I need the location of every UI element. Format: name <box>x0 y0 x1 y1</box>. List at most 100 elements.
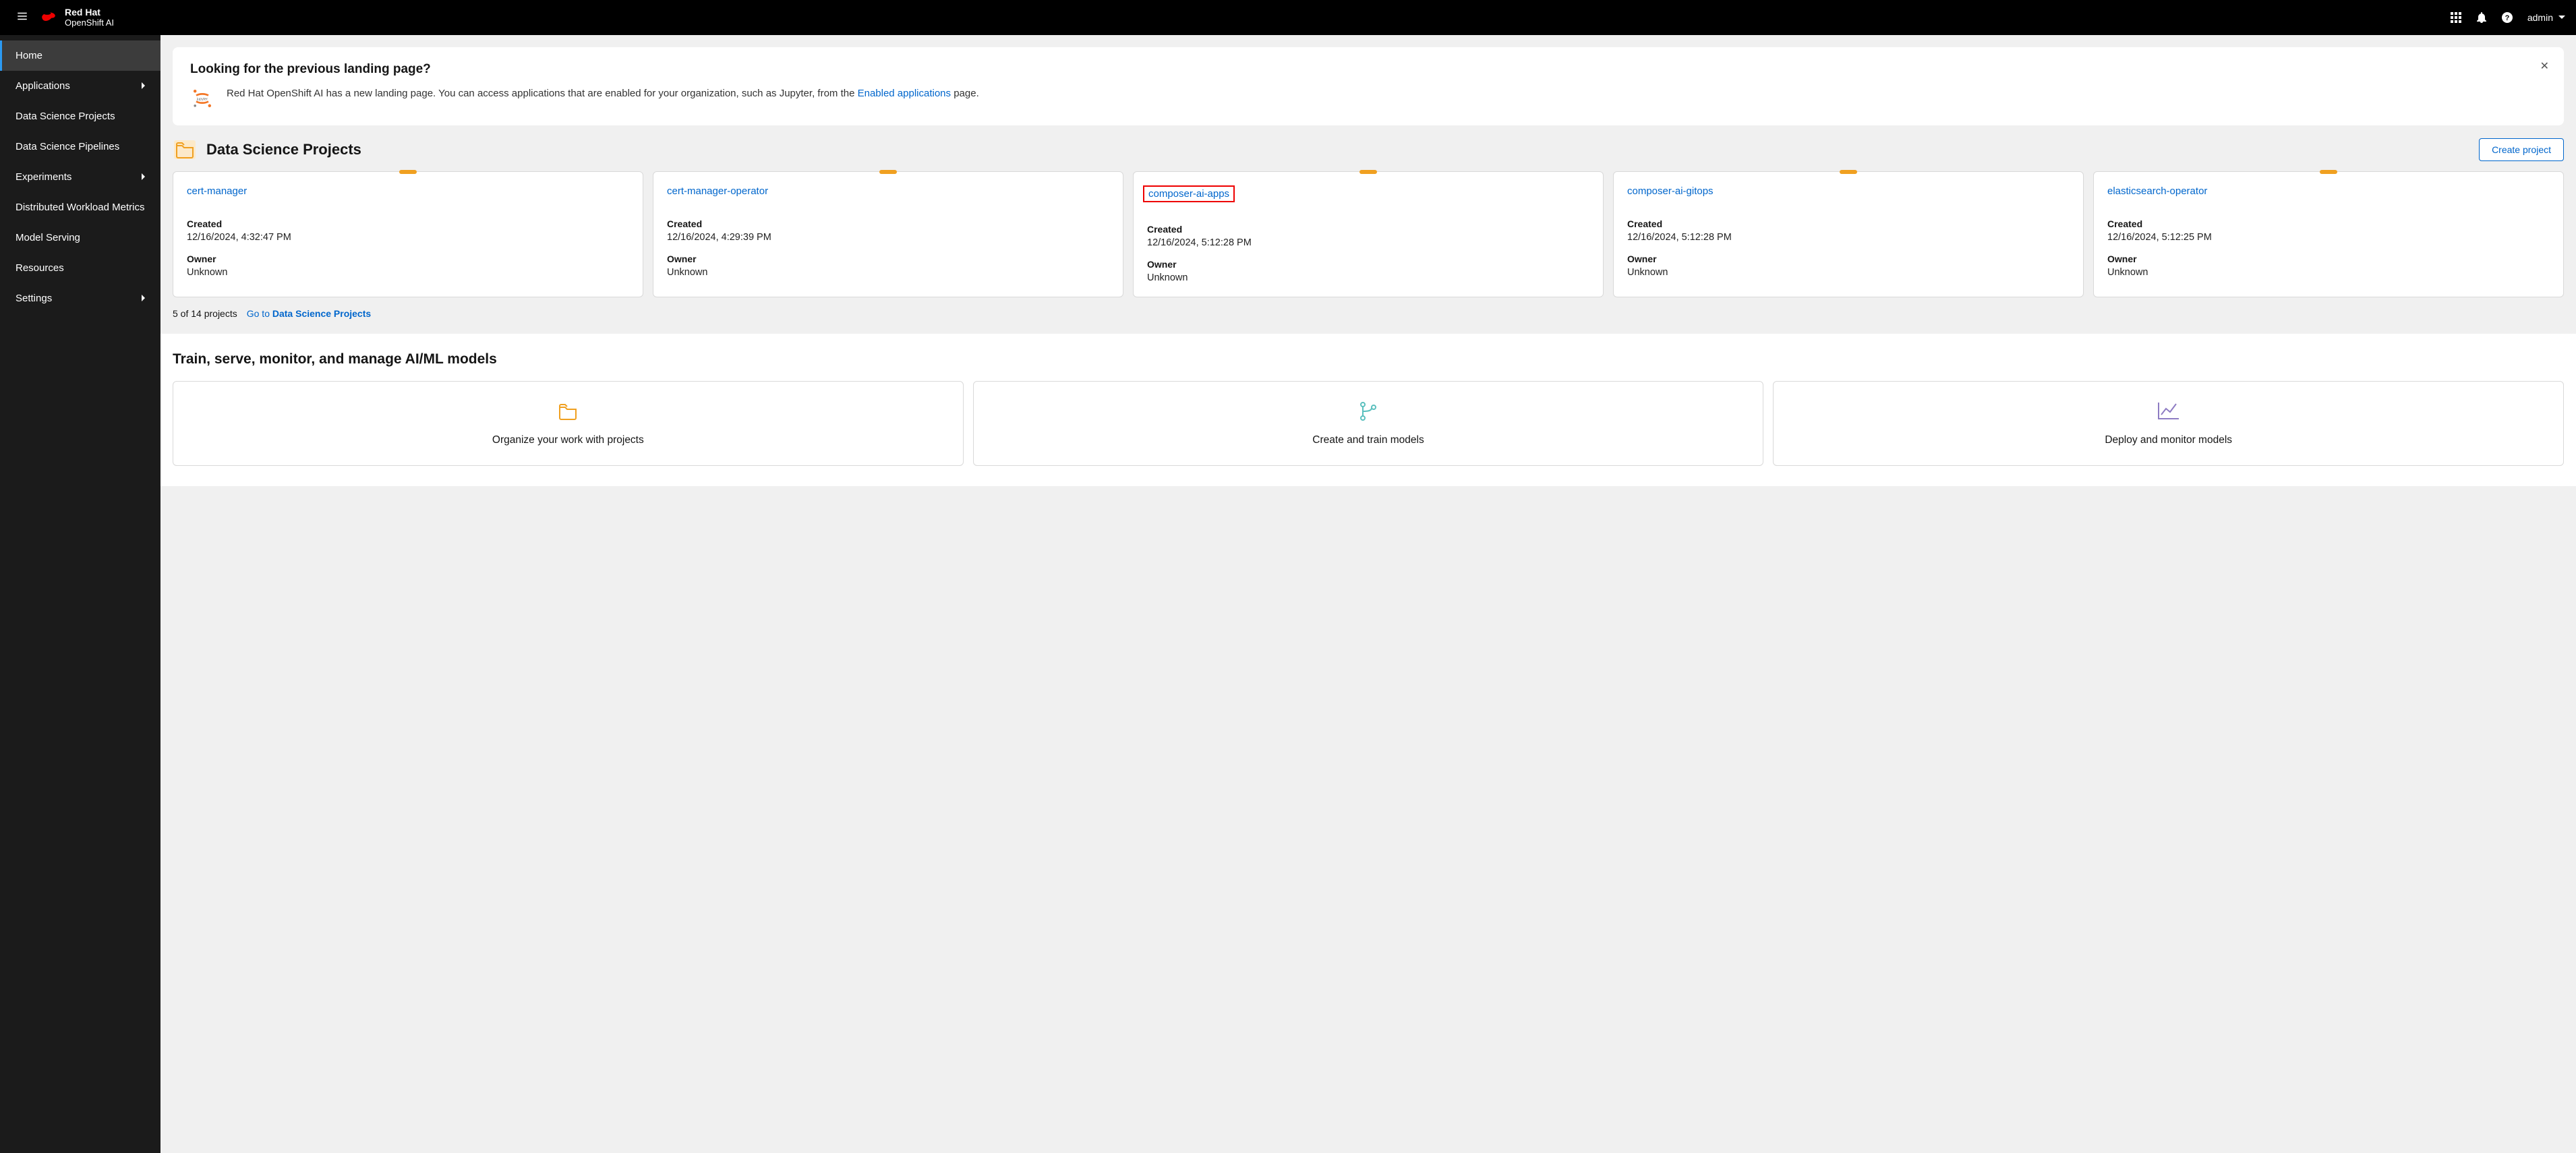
project-card: composer-ai-apps Created 12/16/2024, 5:12:… <box>1133 171 1604 297</box>
close-icon: ✕ <box>2540 61 2549 72</box>
banner-text-pre: Red Hat OpenShift AI has a new landing p… <box>227 88 858 99</box>
create-project-button[interactable]: Create project <box>2479 138 2564 161</box>
top-bar: Red Hat OpenShift AI ? admin <box>0 0 2576 35</box>
sidebar-item-distributed-workload-metrics[interactable]: Distributed Workload Metrics <box>0 192 160 223</box>
owner-value: Unknown <box>1627 267 2070 278</box>
apps-grid-button[interactable] <box>2451 12 2461 23</box>
sidebar-item-data-science-projects[interactable]: Data Science Projects <box>0 101 160 131</box>
brand-text: Red Hat OpenShift AI <box>65 7 114 28</box>
sidebar-item-resources[interactable]: Resources <box>0 253 160 283</box>
apps-grid-icon <box>2451 12 2461 23</box>
enabled-applications-link[interactable]: Enabled applications <box>858 88 951 99</box>
projects-icon <box>173 138 197 162</box>
sidebar-item-label: Data Science Pipelines <box>16 141 119 152</box>
owner-value: Unknown <box>2107 267 2550 278</box>
hamburger-icon <box>16 10 28 22</box>
train-serve-section: Train, serve, monitor, and manage AI/ML … <box>160 334 2576 486</box>
action-card-text: Create and train models <box>987 434 1750 446</box>
user-menu-button[interactable]: admin <box>2527 12 2565 23</box>
go-to-projects-link[interactable]: Go to Data Science Projects <box>247 308 371 319</box>
created-label: Created <box>1147 224 1589 235</box>
banner-title: Looking for the previous landing page? <box>190 62 2546 77</box>
created-value: 12/16/2024, 4:32:47 PM <box>187 232 629 243</box>
created-value: 12/16/2024, 5:12:25 PM <box>2107 232 2550 243</box>
owner-label: Owner <box>1147 259 1589 270</box>
sidebar-item-label: Data Science Projects <box>16 111 115 122</box>
project-name-link[interactable]: composer-ai-gitops <box>1627 185 1714 197</box>
chevron-right-icon <box>140 293 147 304</box>
projects-section-header: Data Science Projects Create project <box>173 138 2564 162</box>
action-card-text: Organize your work with projects <box>187 434 949 446</box>
created-label: Created <box>2107 218 2550 229</box>
help-button[interactable]: ? <box>2502 12 2513 23</box>
train-serve-title: Train, serve, monitor, and manage AI/ML … <box>173 351 2564 367</box>
chevron-right-icon <box>140 171 147 183</box>
card-accent <box>2320 170 2337 174</box>
branch-icon <box>987 398 1750 425</box>
project-card: cert-manager-operator Created 12/16/2024, … <box>653 171 1123 297</box>
card-accent <box>1359 170 1377 174</box>
owner-value: Unknown <box>667 267 1109 278</box>
hamburger-menu-button[interactable] <box>11 5 34 31</box>
created-label: Created <box>667 218 1109 229</box>
project-card: cert-manager Created 12/16/2024, 4:32:47 P… <box>173 171 643 297</box>
sidebar-item-home[interactable]: Home <box>0 40 160 71</box>
brand-logo[interactable]: Red Hat OpenShift AI <box>39 7 114 28</box>
sidebar-item-label: Model Serving <box>16 232 80 243</box>
sidebar-item-settings[interactable]: Settings <box>0 283 160 314</box>
card-accent <box>879 170 897 174</box>
banner-text: Red Hat OpenShift AI has a new landing p… <box>227 86 979 102</box>
redhat-hat-icon <box>39 9 58 26</box>
sidebar-nav: HomeApplications Data Science Projects Dat… <box>0 35 160 1153</box>
created-label: Created <box>187 218 629 229</box>
owner-value: Unknown <box>1147 272 1589 283</box>
project-name-link[interactable]: cert-manager-operator <box>667 185 768 197</box>
svg-text:jupyter: jupyter <box>196 98 208 102</box>
chevron-right-icon <box>140 80 147 92</box>
banner-close-button[interactable]: ✕ <box>2540 59 2549 73</box>
sidebar-item-model-serving[interactable]: Model Serving <box>0 223 160 253</box>
topbar-actions: ? admin <box>2451 12 2565 23</box>
created-value: 12/16/2024, 5:12:28 PM <box>1147 237 1589 248</box>
owner-label: Owner <box>187 254 629 264</box>
folder-icon <box>187 398 949 425</box>
jupyter-icon: jupyter <box>190 86 214 111</box>
project-card: composer-ai-gitopsCreated12/16/2024, 5:1… <box>1613 171 2084 297</box>
owner-value: Unknown <box>187 267 629 278</box>
card-accent <box>399 170 417 174</box>
project-name-link[interactable]: cert-manager <box>187 185 247 197</box>
project-name-link[interactable]: composer-ai-apps <box>1143 185 1235 202</box>
owner-label: Owner <box>667 254 1109 264</box>
action-card-folder[interactable]: Organize your work with projects <box>173 381 964 466</box>
chart-icon <box>1787 398 2550 425</box>
sidebar-item-experiments[interactable]: Experiments <box>0 162 160 192</box>
sidebar-item-applications[interactable]: Applications <box>0 71 160 101</box>
action-card-text: Deploy and monitor models <box>1787 434 2550 446</box>
bell-icon <box>2476 12 2487 23</box>
projects-section-title: Data Science Projects <box>206 141 361 158</box>
action-cards-row: Organize your work with projects Create a… <box>173 381 2564 466</box>
project-name-link[interactable]: elasticsearch-operator <box>2107 185 2207 197</box>
sidebar-item-label: Distributed Workload Metrics <box>16 202 144 213</box>
sidebar-item-label: Experiments <box>16 171 71 183</box>
banner-text-post: page. <box>951 88 979 99</box>
user-name: admin <box>2527 12 2553 23</box>
help-icon: ? <box>2502 12 2513 23</box>
sidebar-item-data-science-pipelines[interactable]: Data Science Pipelines <box>0 131 160 162</box>
action-card-branch[interactable]: Create and train models <box>973 381 1764 466</box>
notifications-button[interactable] <box>2476 12 2487 23</box>
created-value: 12/16/2024, 4:29:39 PM <box>667 232 1109 243</box>
created-value: 12/16/2024, 5:12:28 PM <box>1627 232 2070 243</box>
sidebar-item-label: Settings <box>16 293 52 304</box>
owner-label: Owner <box>1627 254 2070 264</box>
project-cards-row: cert-manager Created 12/16/2024, 4:32:47 P… <box>173 171 2564 297</box>
svg-text:?: ? <box>2505 14 2509 22</box>
projects-pager: 5 of 14 projects Go to Data Science Proj… <box>173 308 2564 319</box>
action-card-chart[interactable]: Deploy and monitor models <box>1773 381 2564 466</box>
caret-down-icon <box>2558 14 2565 21</box>
sidebar-item-label: Resources <box>16 262 64 274</box>
brand-line1: Red Hat <box>65 7 114 18</box>
brand-line2: OpenShift AI <box>65 18 114 28</box>
project-card: elasticsearch-operator Created 12/16/2024,… <box>2093 171 2564 297</box>
card-accent <box>1840 170 1857 174</box>
